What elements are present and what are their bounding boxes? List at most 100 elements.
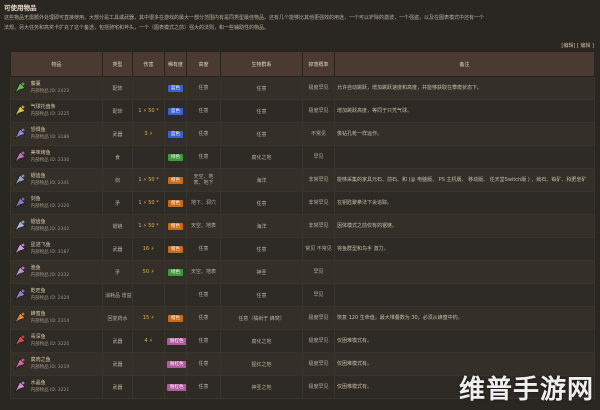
drop-cell: 罕见 [302, 260, 335, 284]
note-cell: 像钻孔枪一样运作。 [334, 122, 595, 146]
note-cell [334, 145, 595, 169]
col-header-type[interactable]: 类型 [102, 51, 133, 77]
pink-star-icon [13, 150, 27, 164]
item-id: 内部物品 ID: 3186 [30, 135, 70, 140]
type-link[interactable]: 锯链 [112, 224, 122, 230]
table-row: 乾旺鱼 内部物品 ID: 2429 消耗品 增益 任意 任意 罕见 [10, 283, 595, 307]
type-link[interactable]: 剑 [115, 178, 120, 184]
biome-link[interactable]: 任意 [256, 109, 266, 115]
biome-link[interactable]: 任意 [256, 86, 266, 92]
type-link[interactable]: 武器 [112, 385, 122, 391]
damage-cell [132, 352, 165, 376]
type-link[interactable]: 配饰 [112, 109, 122, 115]
item-name-link[interactable]: 星迹飞鱼 [31, 242, 70, 249]
type-link[interactable]: 矛 [115, 201, 120, 207]
type-link[interactable]: 武器 [112, 339, 122, 345]
biome-link[interactable]: 任意 [256, 247, 266, 253]
drop-cell: 非常罕见 [302, 191, 335, 215]
col-header-item[interactable]: 物品 [10, 51, 103, 77]
item-id: 内部物品 ID: 3225 [30, 112, 70, 117]
col-header-drop[interactable]: 掉落概率 [302, 51, 335, 77]
rarity-badge: 绿色 [168, 153, 183, 161]
edit-link[interactable]: [编辑] [ 编辑 ] [561, 42, 594, 49]
biome-link[interactable]: 神圣之地 [251, 385, 271, 391]
item-name-link[interactable]: 腐肉之鱼 [31, 357, 70, 364]
type-link[interactable]: 矛 [115, 270, 120, 276]
item-id: 内部物品 ID: 3221 [30, 388, 70, 393]
note-cell: 允许自动跳跃，增加跳跃速度和高度，并能够获取在攀爬状态下。 [334, 76, 595, 100]
biome-link[interactable]: 海洋 [256, 224, 266, 230]
item-cell: 腐肉之鱼 内部物品 ID: 3219 [10, 352, 103, 376]
table-row: 渔鱼 内部物品 ID: 2332 矛 50 ⚡ 绿色 天空、地表 神圣 罕见 [10, 260, 595, 284]
item-name-link[interactable]: 蜂蜜鱼 [31, 311, 70, 318]
height-cell: 任意 [186, 329, 221, 353]
item-cell: 锯齿鱼 内部物品 ID: 2341 [10, 168, 103, 192]
orange-fish-icon [13, 311, 27, 325]
rarity-cell: 粉红色 [164, 329, 187, 353]
item-name-link[interactable]: 美味烤鱼 [31, 150, 70, 157]
drop-cell: 罕见 [302, 145, 335, 169]
item-name-link[interactable]: 毒深鱼 [31, 334, 70, 341]
note-cell [334, 260, 595, 284]
item-cell: 藤蔓 内部物品 ID: 2423 [10, 76, 103, 100]
item-name-link[interactable]: 剑鱼 [31, 196, 70, 203]
item-name-link[interactable]: 气球托盘条 [31, 104, 70, 111]
type-link[interactable]: 食 [115, 155, 120, 161]
col-header-height[interactable]: 高度 [186, 51, 221, 77]
col-header-biome[interactable]: 生物群系 [220, 51, 303, 77]
type-link[interactable]: 武器 [112, 132, 122, 138]
gun-fish-icon [13, 219, 27, 233]
col-header-note[interactable]: 备注 [334, 51, 595, 77]
intro-line-2: 法规。另大任务和高奖卡扩充了这个备选，包括骑宅和斧头，一个（图表模式之前）强大的… [4, 25, 270, 31]
col-header-rarity[interactable]: 稀有度 [164, 51, 187, 77]
rarity-badge: 粉红色 [167, 337, 186, 345]
biome-link[interactable]: 任意 [256, 132, 266, 138]
rarity-badge: 橙色 [168, 245, 183, 253]
table-row: 锯齿鱼 内部物品 ID: 2341 剑 1 ⚡ 50 * 橙色 天空、地表、地下… [10, 168, 595, 192]
pink-fish-icon [13, 265, 27, 279]
item-id: 内部物品 ID: 2423 [30, 89, 70, 94]
type-link[interactable]: 武器 [112, 247, 122, 253]
item-name-link[interactable]: 锯齿鱼 [31, 219, 70, 226]
biome-link[interactable]: 腐化之地 [251, 339, 271, 345]
type-link[interactable]: 消耗品 增益 [105, 293, 132, 299]
type-cell: 武器 [102, 237, 133, 261]
biome-cell: 神圣之地 [220, 375, 303, 399]
item-cell: 星迹飞鱼 内部物品 ID: 3187 [10, 237, 103, 261]
dark-blade-icon [13, 127, 27, 141]
biome-cell: 任意 [220, 237, 303, 261]
biome-link[interactable]: 任意（橘树于 蜂窝） [238, 316, 285, 322]
item-id: 内部物品 ID: 2429 [30, 296, 70, 301]
biome-link[interactable]: 任意 [256, 293, 266, 299]
item-id: 内部物品 ID: 3220 [30, 342, 70, 347]
drop-cell: 极度罕见 [302, 306, 335, 330]
type-cell: 配饰 [102, 76, 133, 100]
biome-link[interactable]: 猩红之地 [251, 362, 271, 368]
item-name-link[interactable]: 渔鱼 [31, 265, 70, 272]
rarity-cell: 橙色 [164, 191, 187, 215]
biome-link[interactable]: 腐化之地 [251, 155, 271, 161]
table-row: 锯齿鱼 内部物品 ID: 2342 锯链 1 ⚡ 50 * 橙色 天空、地表 海… [10, 214, 595, 238]
table-row: 星迹飞鱼 内部物品 ID: 3187 武器 16 ⚡ 橙色 任意 任意 常见 不… [10, 237, 595, 261]
col-header-damage[interactable]: 伤害 [132, 51, 165, 77]
biome-link[interactable]: 神圣 [256, 270, 266, 276]
height-cell: 任意 [186, 375, 221, 399]
biome-link[interactable]: 任意 [256, 201, 266, 207]
item-name-link[interactable]: 乾旺鱼 [31, 288, 70, 295]
type-link[interactable]: 武器 [112, 362, 122, 368]
rarity-cell: 橙色 [164, 214, 187, 238]
items-table: 物品 类型 伤害 稀有度 高度 生物群系 掉落概率 备注 藤蔓 内部物品 ID:… [10, 51, 595, 399]
type-link[interactable]: 配饰 [112, 86, 122, 92]
type-cell: 武器 [102, 375, 133, 399]
drop-cell: 不常见 [302, 122, 335, 146]
green-vine-icon [13, 81, 27, 95]
item-name-link[interactable]: 水晶鱼 [31, 380, 70, 387]
type-cell: 武器 [102, 122, 133, 146]
biome-link[interactable]: 海洋 [256, 178, 266, 184]
item-name-link[interactable]: 藤蔓 [31, 81, 70, 88]
height-cell: 任意 [186, 237, 221, 261]
height-cell: 任意 [186, 145, 221, 169]
item-name-link[interactable]: 恐惧鱼 [31, 127, 70, 134]
item-name-link[interactable]: 锯齿鱼 [31, 173, 70, 180]
type-link[interactable]: 回复药水 [107, 316, 127, 322]
